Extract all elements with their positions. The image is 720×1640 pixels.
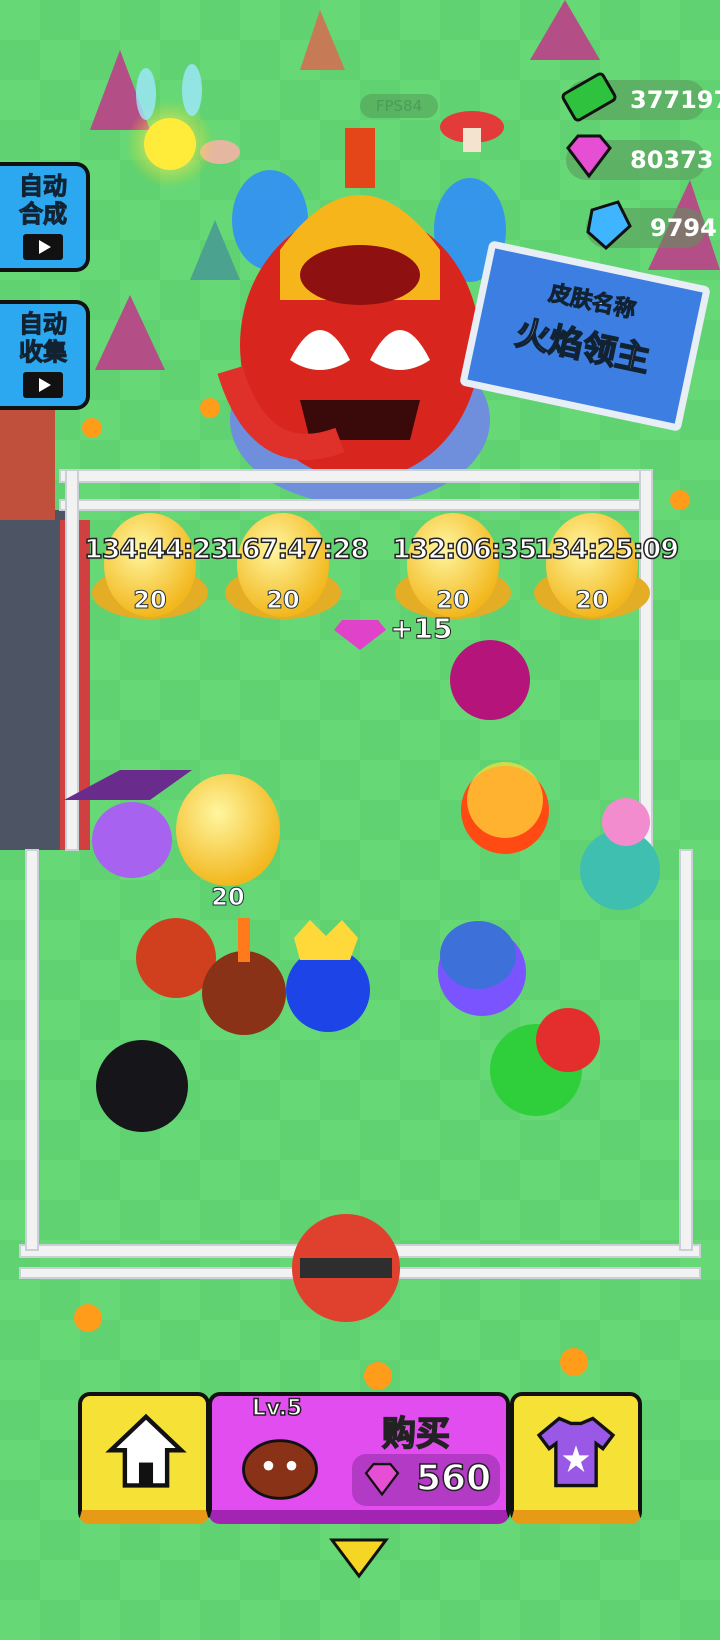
nest-level-badge: 20 xyxy=(575,586,609,615)
auto-collect-button[interactable]: 自动 收集 xyxy=(0,300,90,410)
cash-counter: 377197 xyxy=(561,72,720,122)
nest-timer: 132:06:35 xyxy=(391,533,538,566)
loose-egg-level-badge: 20 xyxy=(211,883,245,912)
gem-bonus-text: +15 xyxy=(389,612,453,646)
pink-gem-counter: 80373 xyxy=(566,134,714,180)
boss-monster xyxy=(217,128,506,505)
blue-gem-counter: 9794 xyxy=(586,200,717,251)
pink-gem-value: 80373 xyxy=(630,146,714,174)
auto-merge-button[interactable]: 自动 合成 xyxy=(0,162,90,272)
pink-gem-icon xyxy=(364,1462,400,1497)
nest-level-badge: 20 xyxy=(133,586,167,615)
buy-label: 购买 xyxy=(381,1413,451,1455)
video-ad-icon xyxy=(23,372,63,398)
auto-merge-label-line1: 自动 xyxy=(19,172,68,201)
cash-value: 377197 xyxy=(630,86,720,114)
fps-counter: FPS84 xyxy=(360,94,438,118)
nest-timer: 134:44:23 xyxy=(83,533,230,566)
blue-gem-value: 9794 xyxy=(650,214,717,242)
pink-gem-icon xyxy=(566,134,612,179)
auto-merge-label-line2: 合成 xyxy=(19,200,68,229)
pet-level-label: Lv.5 xyxy=(251,1395,303,1422)
cash-icon xyxy=(561,72,617,122)
nest-level-badge: 20 xyxy=(266,586,300,615)
buy-pet-button[interactable]: Lv.5 购买 560 xyxy=(208,1392,510,1524)
pet-preview-icon xyxy=(242,1439,318,1500)
auto-collect-label-line1: 自动 xyxy=(19,310,68,339)
buy-price-value: 560 xyxy=(415,1457,492,1500)
home-icon xyxy=(105,1413,187,1488)
video-ad-icon xyxy=(23,234,63,260)
buy-price: 560 xyxy=(352,1454,500,1506)
auto-collect-label-line2: 收集 xyxy=(19,338,68,367)
nest-timer: 167:47:28 xyxy=(223,533,370,566)
home-button[interactable] xyxy=(78,1392,210,1524)
shirt-icon xyxy=(536,1416,616,1488)
blue-gem-icon xyxy=(586,200,632,251)
skin-shop-button[interactable] xyxy=(510,1392,642,1524)
loose-egg[interactable] xyxy=(176,774,280,886)
nest-timer: 134:25:09 xyxy=(533,533,680,566)
